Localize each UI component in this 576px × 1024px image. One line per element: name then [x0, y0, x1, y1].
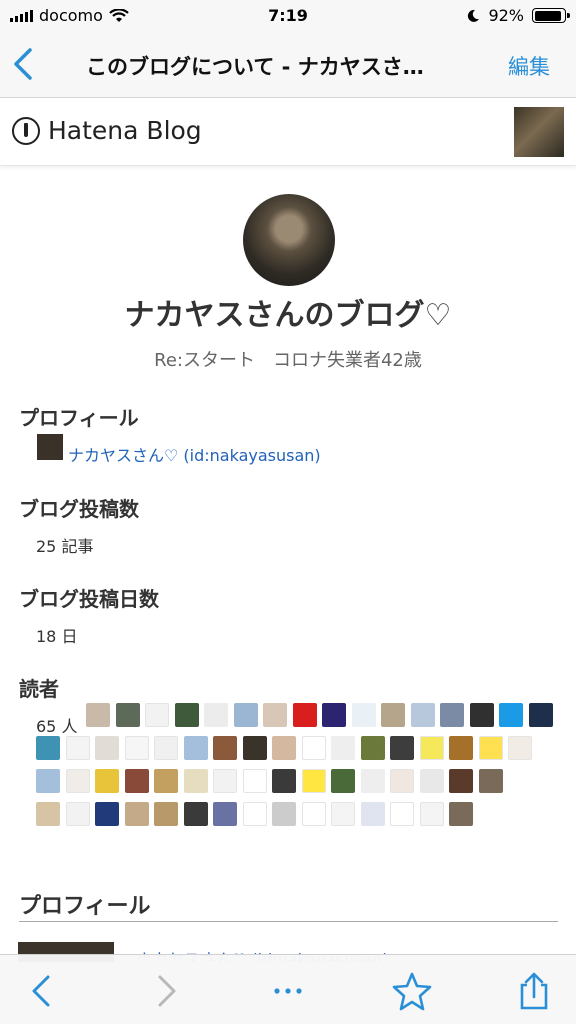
logo-text: Hatena Blog — [48, 116, 202, 145]
profile-heading: プロフィール — [19, 406, 139, 430]
reader-avatar[interactable] — [263, 703, 287, 727]
edit-button[interactable]: 編集 — [508, 51, 550, 81]
divider — [19, 921, 558, 922]
user-avatar-button[interactable] — [514, 107, 564, 157]
reader-avatar[interactable] — [65, 802, 90, 826]
posts-count: 25 記事 — [36, 537, 94, 556]
reader-avatar[interactable] — [233, 703, 258, 727]
reader-avatar[interactable] — [440, 703, 464, 727]
reader-avatar[interactable] — [331, 802, 355, 826]
reader-avatar[interactable] — [115, 703, 140, 727]
reader-avatar[interactable] — [145, 703, 169, 727]
reader-avatar[interactable] — [95, 769, 119, 793]
more-icon[interactable] — [268, 971, 308, 1011]
back-chevron-icon[interactable] — [10, 46, 40, 82]
reader-avatar[interactable] — [301, 769, 326, 793]
reader-avatar[interactable] — [154, 736, 178, 760]
blog-description: Re:スタート コロナ失業者42歳 — [154, 350, 422, 371]
reader-avatar[interactable] — [469, 703, 494, 727]
profile-user-link[interactable]: ナカヤスさん♡ (id:nakayasusan) — [68, 442, 321, 466]
reader-avatar[interactable] — [213, 736, 237, 760]
reader-avatar[interactable] — [419, 802, 444, 826]
days-count: 18 日 — [36, 627, 78, 646]
reader-avatar[interactable] — [174, 703, 199, 727]
days-heading: ブログ投稿日数 — [19, 587, 159, 611]
reader-avatar[interactable] — [242, 769, 267, 793]
reader-avatar[interactable] — [449, 769, 473, 793]
reader-avatar[interactable] — [390, 736, 414, 760]
forward-icon[interactable] — [146, 971, 186, 1011]
reader-avatar[interactable] — [213, 802, 237, 826]
battery-fill — [534, 10, 562, 21]
reader-avatar[interactable] — [204, 703, 228, 727]
reader-avatar[interactable] — [508, 736, 532, 760]
reader-avatar[interactable] — [154, 769, 178, 793]
reader-avatar[interactable] — [301, 736, 326, 760]
reader-avatar[interactable] — [360, 769, 385, 793]
reader-avatar[interactable] — [331, 736, 355, 760]
reader-avatar[interactable] — [124, 769, 149, 793]
reader-avatar[interactable] — [36, 802, 60, 826]
reader-avatar[interactable] — [449, 802, 473, 826]
reader-avatar[interactable] — [65, 736, 90, 760]
hatena-blog-logo[interactable]: Hatena Blog — [12, 116, 202, 145]
blog-title: ナカヤスさんのブログ♡ — [124, 298, 452, 333]
reader-avatar[interactable] — [36, 769, 60, 793]
reader-avatar[interactable] — [272, 769, 296, 793]
battery-percent: 92% — [488, 6, 524, 25]
reader-avatar[interactable] — [95, 802, 119, 826]
posts-heading: ブログ投稿数 — [19, 497, 139, 521]
readers-count: 65 人 — [36, 717, 78, 736]
reader-avatar[interactable] — [36, 736, 60, 760]
readers-heading: 読者 — [19, 677, 59, 701]
reader-avatar[interactable] — [301, 802, 326, 826]
reader-avatar[interactable] — [419, 736, 444, 760]
reader-avatar[interactable] — [478, 736, 503, 760]
status-bar: docomo 7:19 92% — [0, 0, 576, 32]
reader-avatar[interactable] — [360, 736, 385, 760]
reader-avatar[interactable] — [86, 703, 110, 727]
reader-avatar[interactable] — [499, 703, 523, 727]
reader-avatar[interactable] — [292, 703, 317, 727]
reader-avatar[interactable] — [183, 769, 208, 793]
reader-avatar[interactable] — [272, 802, 296, 826]
battery-icon — [532, 8, 570, 23]
reader-avatar[interactable] — [360, 802, 385, 826]
reader-avatar[interactable] — [95, 736, 119, 760]
reader-avatar[interactable] — [322, 703, 346, 727]
reader-avatar[interactable] — [154, 802, 178, 826]
reader-avatar[interactable] — [183, 736, 208, 760]
reader-avatar[interactable] — [390, 769, 414, 793]
reader-avatar[interactable] — [124, 802, 149, 826]
back-icon[interactable] — [22, 971, 62, 1011]
moon-icon — [468, 9, 480, 22]
reader-avatar[interactable] — [65, 769, 90, 793]
page-title: このブログについて - ナカヤスさ… — [86, 55, 424, 79]
reader-avatar[interactable] — [213, 769, 237, 793]
reader-avatar[interactable] — [242, 802, 267, 826]
reader-avatar[interactable] — [390, 802, 414, 826]
reader-avatar[interactable] — [478, 769, 503, 793]
reader-avatar[interactable] — [183, 802, 208, 826]
reader-avatar[interactable] — [351, 703, 376, 727]
blog-avatar — [243, 194, 335, 286]
reader-avatar[interactable] — [242, 736, 267, 760]
reader-avatar[interactable] — [410, 703, 435, 727]
bottom-profile-heading: プロフィール — [19, 894, 151, 919]
navigation-bar: このブログについて - ナカヤスさ… 編集 — [0, 32, 576, 98]
share-icon[interactable] — [514, 971, 554, 1011]
pen-nib-icon — [12, 116, 40, 145]
star-icon[interactable] — [392, 971, 432, 1011]
reader-avatar[interactable] — [528, 703, 553, 727]
hatena-header: Hatena Blog — [0, 98, 576, 166]
reader-avatar[interactable] — [331, 769, 355, 793]
reader-avatar[interactable] — [272, 736, 296, 760]
reader-avatar[interactable] — [124, 736, 149, 760]
reader-avatar[interactable] — [419, 769, 444, 793]
profile-thumbnail[interactable] — [37, 434, 63, 460]
reader-avatar[interactable] — [449, 736, 473, 760]
browser-toolbar — [0, 954, 576, 1024]
reader-avatar[interactable] — [381, 703, 405, 727]
